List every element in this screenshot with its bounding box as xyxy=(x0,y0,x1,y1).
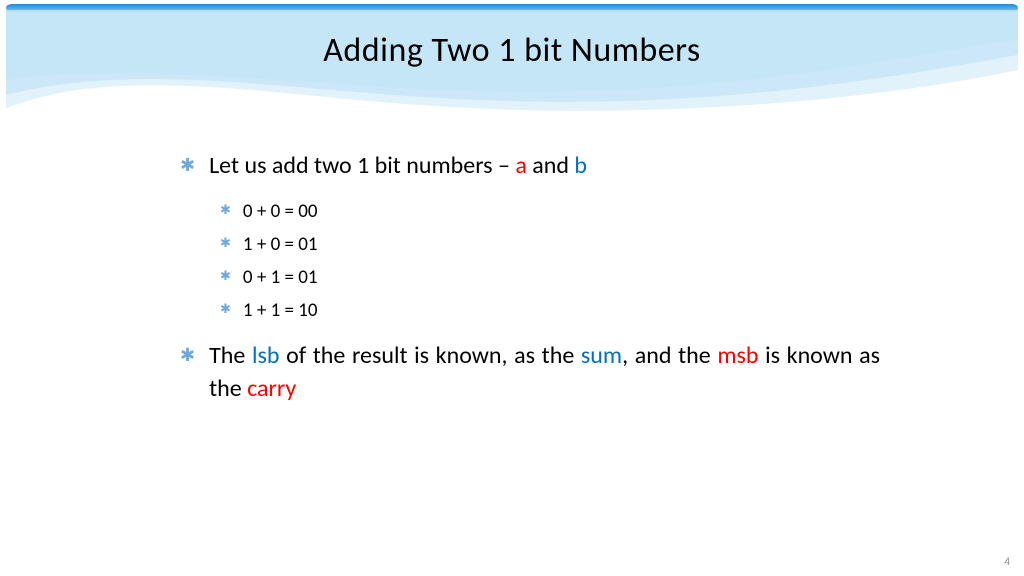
text-fragment: of the result is known, as the xyxy=(280,341,581,370)
text-fragment: , and the xyxy=(622,341,717,370)
term-lsb: lsb xyxy=(252,341,280,370)
bullet-text: Let us add two 1 bit numbers – a and b xyxy=(209,150,587,182)
sub-bullet-item: ✱ 1 + 0 = 01 xyxy=(220,233,880,256)
term-msb: msb xyxy=(717,341,758,370)
bullet-item-1: ✱ Let us add two 1 bit numbers – a and b xyxy=(180,150,880,182)
slide-title: Adding Two 1 bit Numbers xyxy=(0,30,1024,71)
term-carry: carry xyxy=(247,374,296,403)
sub-bullet-list: ✱ 0 + 0 = 00 ✱ 1 + 0 = 01 ✱ 0 + 1 = 01 ✱… xyxy=(180,200,880,322)
term-sum: sum xyxy=(581,341,622,370)
slide: Adding Two 1 bit Numbers ✱ Let us add tw… xyxy=(0,0,1024,576)
sub-bullet-text: 0 + 1 = 01 xyxy=(243,266,318,289)
sub-bullet-text: 1 + 1 = 10 xyxy=(243,299,318,322)
text-fragment: and xyxy=(527,151,575,180)
page-number: 4 xyxy=(1004,555,1010,568)
text-fragment: The xyxy=(209,341,252,370)
bullet-mark-icon: ✱ xyxy=(220,203,231,218)
slide-content: ✱ Let us add two 1 bit numbers – a and b… xyxy=(180,150,880,423)
text-fragment: Let us add two 1 bit numbers – xyxy=(209,151,515,180)
sub-bullet-text: 0 + 0 = 00 xyxy=(243,200,318,223)
sub-bullet-text: 1 + 0 = 01 xyxy=(243,233,318,256)
bullet-mark-icon: ✱ xyxy=(220,269,231,284)
bullet-text: The lsb of the result is known, as the s… xyxy=(209,340,880,405)
bullet-mark-icon: ✱ xyxy=(180,154,195,176)
variable-b: b xyxy=(574,151,587,180)
sub-bullet-item: ✱ 0 + 1 = 01 xyxy=(220,266,880,289)
variable-a: a xyxy=(515,151,527,180)
bullet-mark-icon: ✱ xyxy=(180,344,195,366)
sub-bullet-item: ✱ 0 + 0 = 00 xyxy=(220,200,880,223)
bullet-mark-icon: ✱ xyxy=(220,236,231,251)
sub-bullet-item: ✱ 1 + 1 = 10 xyxy=(220,299,880,322)
bullet-mark-icon: ✱ xyxy=(220,302,231,317)
bullet-item-2: ✱ The lsb of the result is known, as the… xyxy=(180,340,880,405)
